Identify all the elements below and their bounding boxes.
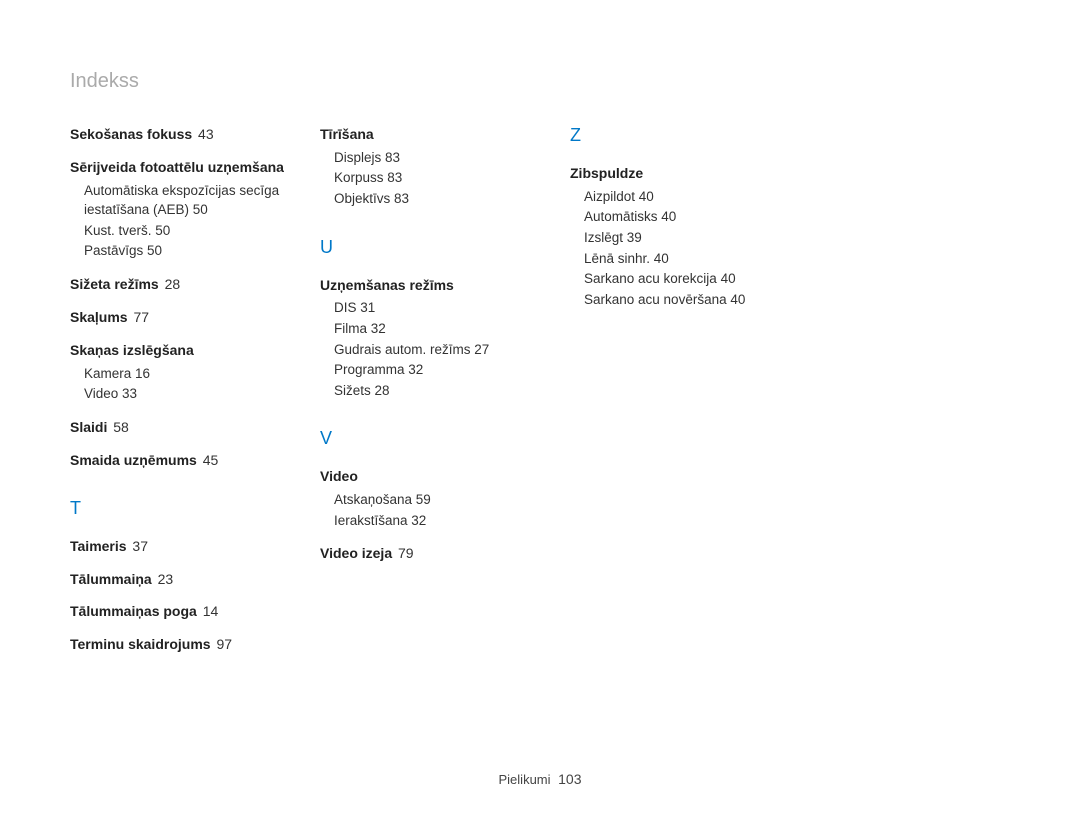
index-term: Sērijveida fotoattēlu uzņemšana <box>70 158 302 177</box>
index-sub-item: Automātisks 40 <box>584 207 802 227</box>
index-sub-list: Kamera 16Video 33 <box>84 364 302 404</box>
index-entry: Sekošanas fokuss 43 <box>70 125 302 144</box>
index-page-ref: 14 <box>199 603 218 619</box>
page-footer: Pielikumi 103 <box>0 771 1080 787</box>
index-term: Sižeta režīms 28 <box>70 275 302 294</box>
index-term: Sekošanas fokuss 43 <box>70 125 302 144</box>
index-term: Skaņas izslēgšana <box>70 341 302 360</box>
index-term: Tālummaiņa 23 <box>70 570 302 589</box>
index-entry: Tālummaiņa 23 <box>70 570 302 589</box>
section-letter: T <box>70 498 302 519</box>
index-sub-list: Automātiska ekspozīcijas secīga iestatīš… <box>84 181 302 261</box>
index-entry: Slaidi 58 <box>70 418 302 437</box>
index-entry: Uzņemšanas režīms DIS 31Filma 32Gudrais a… <box>320 276 552 401</box>
index-entry: Skaļums 77 <box>70 308 302 327</box>
index-entry: Video izeja 79 <box>320 544 552 563</box>
index-term: Zibspuldze <box>570 164 802 183</box>
index-term: Skaļums 77 <box>70 308 302 327</box>
index-sub-item: Ierakstīšana 32 <box>334 511 552 531</box>
index-entry: Smaida uzņēmums 45 <box>70 451 302 470</box>
index-sub-list: Displejs 83Korpuss 83Objektīvs 83 <box>334 148 552 209</box>
index-term: Taimeris 37 <box>70 537 302 556</box>
index-sub-item: Sarkano acu korekcija 40 <box>584 269 802 289</box>
index-term: Video izeja 79 <box>320 544 552 563</box>
index-sub-list: DIS 31Filma 32Gudrais autom. režīms 27Pr… <box>334 298 552 400</box>
section-letter: Z <box>570 125 802 146</box>
index-term: Tālummaiņas poga 14 <box>70 602 302 621</box>
index-page-ref: 45 <box>199 452 218 468</box>
index-entry: Terminu skaidrojums 97 <box>70 635 302 654</box>
index-term: Terminu skaidrojums 97 <box>70 635 302 654</box>
footer-page-number: 103 <box>558 771 581 787</box>
index-sub-item: Displejs 83 <box>334 148 552 168</box>
index-term: Smaida uzņēmums 45 <box>70 451 302 470</box>
index-sub-item: Automātiska ekspozīcijas secīga iestatīš… <box>84 181 302 220</box>
index-entry: Zibspuldze Aizpildot 40Automātisks 40Izsl… <box>570 164 802 309</box>
index-sub-item: Filma 32 <box>334 319 552 339</box>
index-sub-item: Kamera 16 <box>84 364 302 384</box>
index-sub-item: Gudrais autom. režīms 27 <box>334 340 552 360</box>
index-column: Sekošanas fokuss 43 Sērijveida fotoattēlu… <box>70 125 320 668</box>
index-page-ref: 58 <box>109 419 128 435</box>
index-sub-item: Korpuss 83 <box>334 168 552 188</box>
index-term: Tīrīšana <box>320 125 552 144</box>
index-sub-item: Sarkano acu novēršana 40 <box>584 290 802 310</box>
index-page-ref: 79 <box>394 545 413 561</box>
index-sub-item: Lēnā sinhr. 40 <box>584 249 802 269</box>
index-entry: Sižeta režīms 28 <box>70 275 302 294</box>
index-entry: Tīrīšana Displejs 83Korpuss 83Objektīvs 8… <box>320 125 552 209</box>
index-sub-item: Pastāvīgs 50 <box>84 241 302 261</box>
index-column: Tīrīšana Displejs 83Korpuss 83Objektīvs 8… <box>320 125 570 668</box>
index-sub-list: Atskaņošana 59Ierakstīšana 32 <box>334 490 552 530</box>
index-entry: Skaņas izslēgšana Kamera 16Video 33 <box>70 341 302 404</box>
page-header: Indekss <box>70 70 139 93</box>
index-sub-item: DIS 31 <box>334 298 552 318</box>
index-sub-item: Sižets 28 <box>334 381 552 401</box>
index-columns: Sekošanas fokuss 43 Sērijveida fotoattēlu… <box>70 125 1010 668</box>
index-sub-item: Izslēgt 39 <box>584 228 802 248</box>
section-letter: V <box>320 428 552 449</box>
index-page-ref: 77 <box>130 309 149 325</box>
index-sub-item: Programma 32 <box>334 360 552 380</box>
index-entry: Taimeris 37 <box>70 537 302 556</box>
index-page-ref: 43 <box>194 126 213 142</box>
index-sub-item: Atskaņošana 59 <box>334 490 552 510</box>
index-sub-item: Kust. tverš. 50 <box>84 221 302 241</box>
index-sub-item: Objektīvs 83 <box>334 189 552 209</box>
section-letter: U <box>320 237 552 258</box>
index-sub-item: Video 33 <box>84 384 302 404</box>
index-page-ref: 37 <box>129 538 148 554</box>
index-sub-list: Aizpildot 40Automātisks 40Izslēgt 39Lēnā… <box>584 187 802 309</box>
index-term: Slaidi 58 <box>70 418 302 437</box>
index-term: Video <box>320 467 552 486</box>
index-page-ref: 28 <box>161 276 180 292</box>
index-entry: Sērijveida fotoattēlu uzņemšana Automātis… <box>70 158 302 261</box>
index-term: Uzņemšanas režīms <box>320 276 552 295</box>
index-page-ref: 23 <box>154 571 173 587</box>
index-column: Z Zibspuldze Aizpildot 40Automātisks 40Izs… <box>570 125 820 668</box>
index-entry: Video Atskaņošana 59Ierakstīšana 32 <box>320 467 552 530</box>
index-sub-item: Aizpildot 40 <box>584 187 802 207</box>
index-page-ref: 97 <box>213 636 232 652</box>
index-entry: Tālummaiņas poga 14 <box>70 602 302 621</box>
footer-label: Pielikumi <box>499 772 551 787</box>
